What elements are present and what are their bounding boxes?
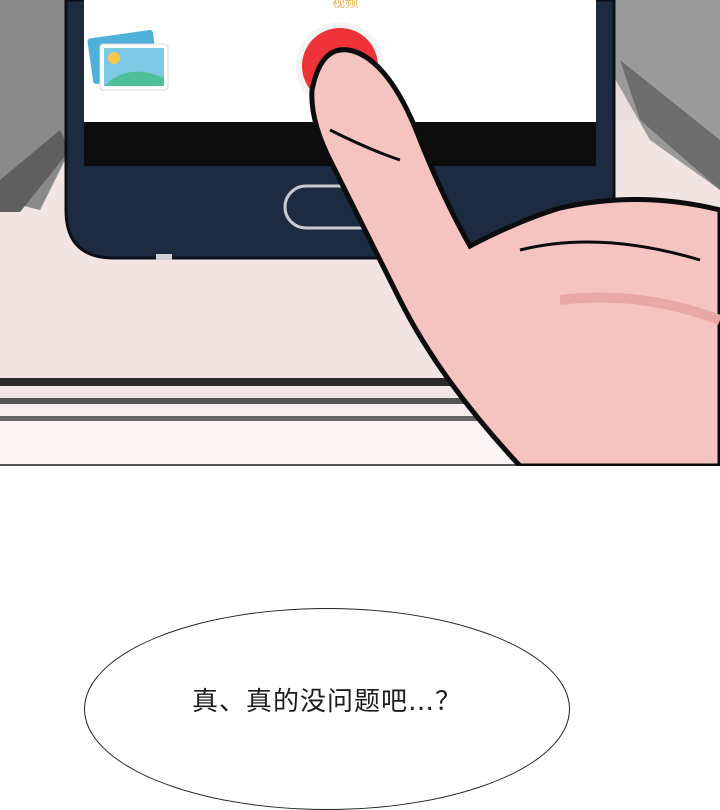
speech-bubble: 真、真的没问题吧…？	[84, 608, 570, 810]
comic-panel: 视频	[0, 0, 720, 466]
phone-port	[156, 254, 172, 260]
video-mode-label[interactable]: 视频	[300, 0, 390, 11]
comic-illustration	[0, 0, 720, 466]
